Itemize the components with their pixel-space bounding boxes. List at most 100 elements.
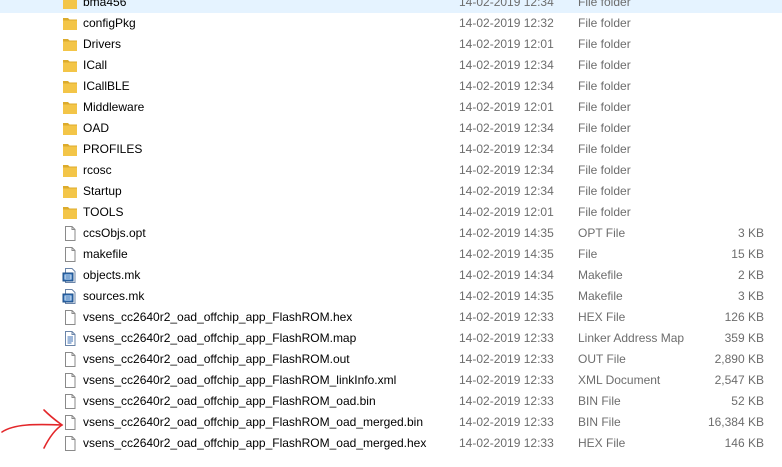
file-name: vsens_cc2640r2_oad_offchip_app_FlashROM.… (83, 310, 353, 324)
file-type: Linker Address Map (578, 331, 685, 345)
file-type: File folder (578, 121, 631, 135)
folder-row[interactable]: ICallBLE 14-02-2019 12:34 File folder (0, 76, 782, 97)
date-modified: 14-02-2019 12:33 (459, 415, 554, 429)
folder-row[interactable]: Startup 14-02-2019 12:34 File folder (0, 181, 782, 202)
text-file-icon (62, 331, 78, 346)
file-name: sources.mk (83, 289, 145, 303)
file-size: 2,547 KB (714, 373, 764, 387)
file-row[interactable]: makefile 14-02-2019 14:35 File 15 KB (0, 244, 782, 265)
folder-icon (62, 100, 78, 115)
file-name: Middleware (83, 100, 145, 114)
file-type: HEX File (578, 310, 626, 324)
file-name: vsens_cc2640r2_oad_offchip_app_FlashROM.… (83, 352, 350, 366)
file-row[interactable]: vsens_cc2640r2_oad_offchip_app_FlashROM_… (0, 391, 782, 412)
file-name: ccsObjs.opt (83, 226, 146, 240)
date-modified: 14-02-2019 12:34 (459, 58, 554, 72)
file-icon (62, 352, 78, 367)
folder-row[interactable]: configPkg 14-02-2019 12:32 File folder (0, 13, 782, 34)
date-modified: 14-02-2019 12:33 (459, 373, 554, 387)
file-name: vsens_cc2640r2_oad_offchip_app_FlashROM_… (83, 436, 427, 450)
file-size: 52 KB (731, 394, 764, 408)
date-modified: 14-02-2019 12:33 (459, 352, 554, 366)
date-modified: 14-02-2019 14:35 (459, 247, 554, 261)
folder-icon (62, 0, 78, 10)
file-name: vsens_cc2640r2_oad_offchip_app_FlashROM_… (83, 415, 424, 429)
folder-row[interactable]: Middleware 14-02-2019 12:01 File folder (0, 97, 782, 118)
file-row[interactable]: objects.mk 14-02-2019 14:34 Makefile 2 KB (0, 265, 782, 286)
file-row[interactable]: vsens_cc2640r2_oad_offchip_app_FlashROM_… (0, 433, 782, 454)
file-name: makefile (83, 247, 128, 261)
file-icon (62, 373, 78, 388)
folder-row[interactable]: PROFILES 14-02-2019 12:34 File folder (0, 139, 782, 160)
file-type: File folder (578, 16, 631, 30)
folder-row[interactable]: Drivers 14-02-2019 12:01 File folder (0, 34, 782, 55)
file-type: File folder (578, 37, 631, 51)
file-size: 15 KB (731, 247, 764, 261)
date-modified: 14-02-2019 14:35 (459, 289, 554, 303)
folder-icon (62, 58, 78, 73)
folder-icon (62, 184, 78, 199)
file-type: File folder (578, 79, 631, 93)
date-modified: 14-02-2019 12:01 (459, 205, 554, 219)
folder-row[interactable]: bma456 14-02-2019 12:34 File folder (0, 0, 782, 13)
file-row[interactable]: vsens_cc2640r2_oad_offchip_app_FlashROM.… (0, 349, 782, 370)
file-row[interactable]: ccsObjs.opt 14-02-2019 14:35 OPT File 3 KB (0, 223, 782, 244)
file-name: ICall (83, 58, 108, 72)
file-row[interactable]: sources.mk 14-02-2019 14:35 Makefile 3 KB (0, 286, 782, 307)
file-name: vsens_cc2640r2_oad_offchip_app_FlashROM_… (83, 373, 397, 387)
file-name: objects.mk (83, 268, 141, 282)
file-name: TOOLS (83, 205, 124, 219)
date-modified: 14-02-2019 12:01 (459, 37, 554, 51)
file-type: File folder (578, 142, 631, 156)
file-type: XML Document (578, 373, 661, 387)
date-modified: 14-02-2019 12:34 (459, 163, 554, 177)
red-arrow-annotation (1, 409, 64, 449)
file-row[interactable]: vsens_cc2640r2_oad_offchip_app_FlashROM_… (0, 412, 782, 433)
date-modified: 14-02-2019 12:32 (459, 16, 554, 30)
file-type: File (578, 247, 598, 261)
date-modified: 14-02-2019 14:35 (459, 226, 554, 240)
folder-row[interactable]: rcosc 14-02-2019 12:34 File folder (0, 160, 782, 181)
date-modified: 14-02-2019 14:34 (459, 268, 554, 282)
date-modified: 14-02-2019 12:33 (459, 436, 554, 450)
file-name: OAD (83, 121, 110, 135)
file-type: File folder (578, 100, 631, 114)
folder-icon (62, 16, 78, 31)
file-type: OPT File (578, 226, 626, 240)
date-modified: 14-02-2019 12:01 (459, 100, 554, 114)
file-name: rcosc (83, 163, 112, 177)
folder-row[interactable]: OAD 14-02-2019 12:34 File folder (0, 118, 782, 139)
date-modified: 14-02-2019 12:34 (459, 184, 554, 198)
date-modified: 14-02-2019 12:33 (459, 331, 554, 345)
date-modified: 14-02-2019 12:33 (459, 394, 554, 408)
file-size: 3 KB (737, 226, 764, 240)
file-row[interactable]: vsens_cc2640r2_oad_offchip_app_FlashROM.… (0, 328, 782, 349)
file-type: File folder (578, 0, 631, 9)
file-size: 146 KB (724, 436, 764, 450)
file-icon (62, 310, 78, 325)
file-type: File folder (578, 163, 631, 177)
file-size: 2,890 KB (714, 352, 764, 366)
file-name: vsens_cc2640r2_oad_offchip_app_FlashROM_… (83, 394, 376, 408)
folder-icon (62, 79, 78, 94)
folder-icon (62, 121, 78, 136)
file-icon (62, 247, 78, 262)
folder-row[interactable]: ICall 14-02-2019 12:34 File folder (0, 55, 782, 76)
file-type: File folder (578, 184, 631, 198)
file-row[interactable]: vsens_cc2640r2_oad_offchip_app_FlashROM.… (0, 307, 782, 328)
folder-icon (62, 37, 78, 52)
folder-icon (62, 163, 78, 178)
file-size: 2 KB (737, 268, 764, 282)
file-name: PROFILES (83, 142, 143, 156)
folder-icon (62, 205, 78, 220)
makefile-icon (62, 289, 78, 304)
file-name: Drivers (83, 37, 121, 51)
file-row[interactable]: vsens_cc2640r2_oad_offchip_app_FlashROM_… (0, 370, 782, 391)
makefile-icon (62, 268, 78, 283)
file-name: Startup (83, 184, 122, 198)
folder-row[interactable]: TOOLS 14-02-2019 12:01 File folder (0, 202, 782, 223)
file-size: 3 KB (737, 289, 764, 303)
file-size: 359 KB (724, 331, 764, 345)
file-type: BIN File (578, 415, 621, 429)
date-modified: 14-02-2019 12:33 (459, 310, 554, 324)
